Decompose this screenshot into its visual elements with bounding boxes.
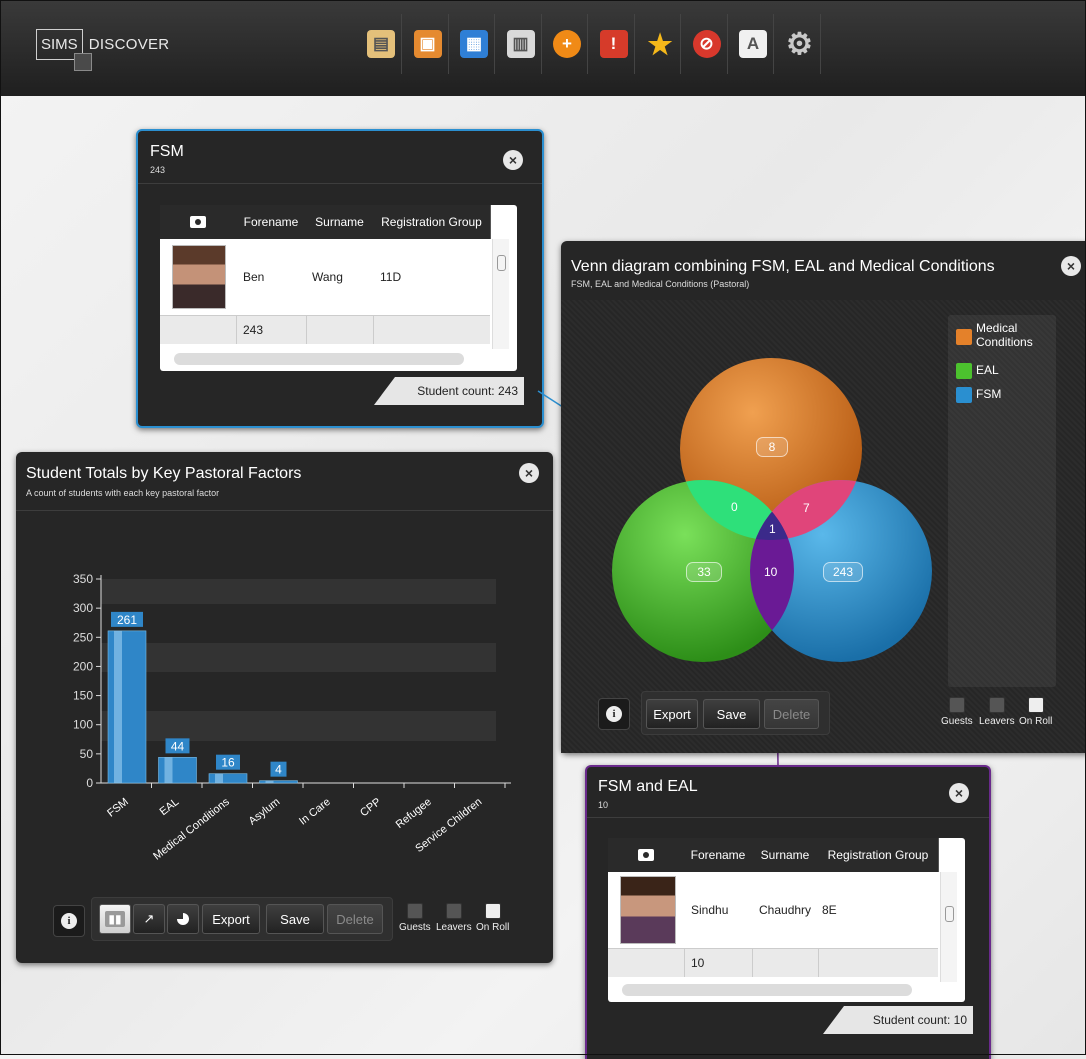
venn-panel: Venn diagram combining FSM, EAL and Medi… — [561, 241, 1086, 753]
on-roll-toggle[interactable]: On Roll — [1019, 697, 1052, 727]
horizontal-scrollbar[interactable] — [622, 984, 912, 996]
eal-count: 33 — [686, 562, 722, 582]
bar-chart-toggle[interactable]: ▮▮ — [99, 904, 131, 934]
grid-band — [101, 643, 496, 672]
table-footer: 10 — [608, 949, 938, 977]
pie-chart-icon — [177, 913, 189, 925]
y-tick-label: 350 — [73, 572, 93, 586]
student-count: Student count: 10 — [823, 1006, 973, 1034]
y-tick-label: 300 — [73, 601, 93, 615]
bar — [107, 630, 147, 784]
save-button[interactable]: Save — [266, 904, 324, 934]
data-label: 4 — [275, 763, 282, 777]
on-roll-toggle[interactable]: On Roll — [476, 903, 509, 933]
y-tick-label: 250 — [73, 630, 93, 644]
eal-medical-count: 0 — [731, 500, 738, 514]
y-tick-label: 200 — [73, 659, 93, 673]
grid-band — [101, 711, 496, 741]
guests-toggle[interactable]: Guests — [399, 903, 431, 933]
data-label: 44 — [171, 739, 185, 753]
line-chart-toggle[interactable]: ↗ — [133, 904, 165, 934]
panel-title: FSM and EAL — [598, 778, 698, 795]
guests-toggle[interactable]: Guests — [941, 697, 973, 727]
bar-highlight — [114, 630, 122, 783]
bar-highlight — [164, 757, 173, 783]
medical-fsm-count: 7 — [803, 501, 810, 515]
export-button[interactable]: Export — [202, 904, 260, 934]
medical-count: 8 — [756, 437, 788, 457]
column-header-forename[interactable]: Forename — [684, 838, 753, 872]
bar — [158, 757, 197, 784]
x-tick-label: Asylum — [247, 796, 283, 828]
leavers-toggle[interactable]: Leavers — [436, 903, 472, 933]
y-tick-label: 0 — [86, 776, 93, 790]
legend-label: EAL — [976, 363, 999, 377]
venn-legend: Medical Conditions EAL FSM — [948, 315, 1056, 687]
y-tick-label: 150 — [73, 689, 93, 703]
bar-chart: 050100150200250300350261FSM44EAL16Medica… — [73, 572, 511, 863]
x-tick-label: Refugee — [394, 796, 434, 831]
on-roll-label: On Roll — [476, 922, 510, 933]
bar-chart-icon: ▮▮ — [105, 911, 125, 927]
legend-label: Medical Conditions — [976, 321, 1033, 349]
data-label: 16 — [221, 756, 235, 770]
x-tick-label: CPP — [358, 796, 383, 819]
guests-label: Guests — [941, 716, 973, 727]
save-button[interactable]: Save — [703, 699, 760, 729]
info-button[interactable]: i — [53, 905, 85, 937]
eal-fsm-count: 10 — [764, 565, 778, 579]
all-three-count: 1 — [769, 522, 776, 536]
fsm-and-eal-panel: FSM and EAL 10 × Forename Surname Regist… — [585, 765, 991, 1059]
leavers-label: Leavers — [436, 922, 472, 933]
legend-label: FSM — [976, 387, 1002, 401]
bar — [259, 780, 298, 784]
info-icon: i — [61, 913, 77, 929]
info-button[interactable]: i — [598, 698, 630, 730]
header-divider — [587, 817, 989, 818]
footer-count: 10 — [684, 949, 753, 977]
legend-swatch — [956, 329, 972, 345]
legend-item: FSM — [956, 387, 1052, 403]
x-tick-label: EAL — [158, 796, 182, 818]
table-row[interactable]: Sindhu Chaudhry 8E — [608, 872, 938, 949]
legend-swatch — [956, 363, 972, 379]
bar-highlight — [265, 780, 274, 783]
pie-chart-toggle[interactable] — [167, 904, 199, 934]
surname-cell: Chaudhry — [759, 903, 812, 917]
info-icon: i — [606, 706, 622, 722]
close-button[interactable]: × — [949, 783, 969, 803]
data-label: 261 — [117, 613, 137, 627]
delete-button[interactable]: Delete — [764, 699, 819, 729]
column-header-registration-group[interactable]: Registration Group — [818, 838, 939, 872]
student-grid: Forename Surname Registration Group Sind… — [608, 838, 965, 1002]
export-button[interactable]: Export — [646, 699, 698, 729]
legend-item: EAL — [956, 363, 1052, 379]
bar-highlight — [215, 773, 223, 783]
bar — [208, 773, 248, 784]
legend-swatch — [956, 387, 972, 403]
column-header-surname[interactable]: Surname — [752, 838, 819, 872]
y-tick-label: 100 — [73, 718, 93, 732]
legend-item: Medical Conditions — [956, 321, 1052, 349]
x-tick-label: In Care — [297, 796, 333, 828]
guests-label: Guests — [399, 922, 431, 933]
forename-cell: Sindhu — [691, 903, 729, 917]
y-tick-label: 50 — [80, 747, 94, 761]
photo-column-header[interactable] — [608, 838, 685, 872]
leavers-toggle[interactable]: Leavers — [979, 697, 1015, 727]
delete-button[interactable]: Delete — [327, 904, 383, 934]
group-cell: 8E — [822, 903, 837, 917]
panel-subtitle: 10 — [598, 800, 609, 810]
x-tick-label: FSM — [105, 796, 131, 820]
fsm-count: 243 — [823, 562, 863, 582]
student-totals-panel: Student Totals by Key Pastoral Factors A… — [16, 452, 553, 963]
camera-icon — [638, 849, 654, 861]
vertical-scrollbar[interactable] — [940, 872, 957, 982]
line-chart-icon: ↗ — [143, 911, 155, 926]
leavers-label: Leavers — [979, 716, 1015, 727]
student-photo — [620, 876, 676, 944]
on-roll-label: On Roll — [1019, 716, 1053, 727]
grid-band — [101, 579, 496, 604]
